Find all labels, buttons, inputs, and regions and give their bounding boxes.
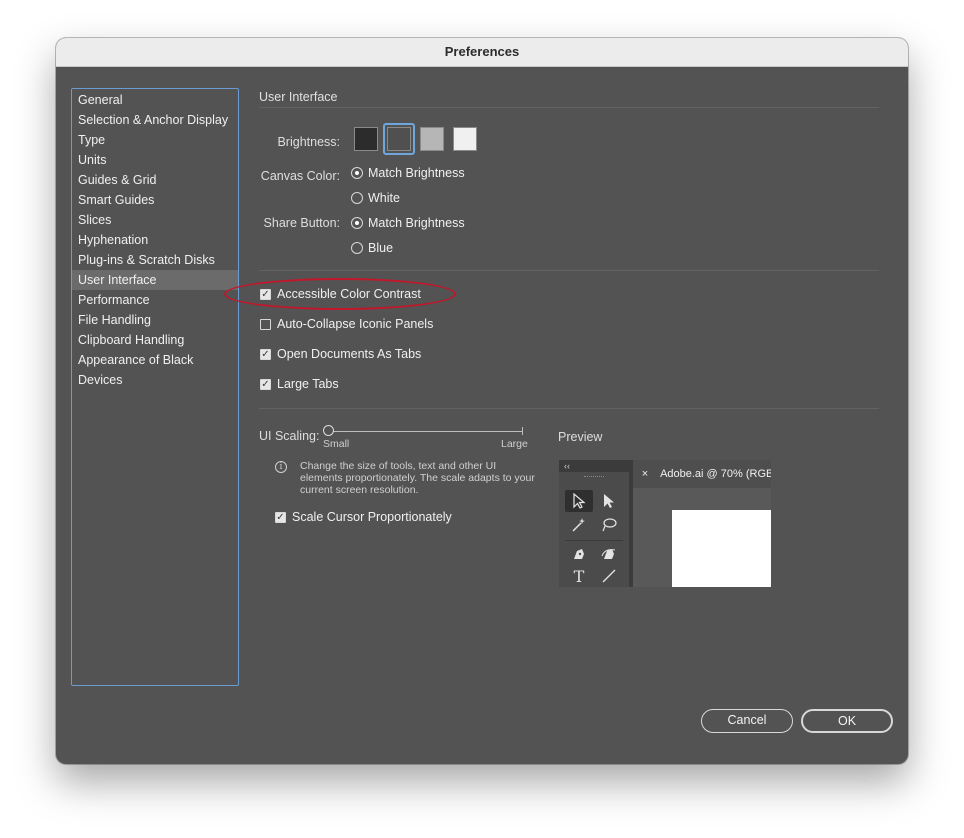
preview-artboard [672,510,771,587]
canvas-color-white-radio[interactable] [351,192,363,204]
canvas-color-white-label: White [368,191,400,205]
ui-scaling-slider-track[interactable] [329,431,523,432]
dialog-title: Preferences [56,38,908,67]
sidebar-item-selection-anchor-display[interactable]: Selection & Anchor Display [72,110,238,130]
info-icon: i [275,461,287,473]
share-button-blue-option[interactable]: Blue [351,241,393,255]
sidebar-item-clipboard-handling[interactable]: Clipboard Handling [72,330,238,350]
sidebar-item-performance[interactable]: Performance [72,290,238,310]
large-tabs-option[interactable]: ✓ Large Tabs [260,377,339,391]
sidebar-item-general[interactable]: General [72,90,238,110]
scale-cursor-option[interactable]: ✓ Scale Cursor Proportionately [275,510,452,524]
selection-tool-icon [567,491,591,511]
ok-button[interactable]: OK [801,709,893,733]
auto-collapse-iconic-panels-checkbox[interactable] [260,318,271,330]
ui-scaling-min-label: Small [323,438,350,450]
preview-canvas [633,488,771,587]
preview-toolbar-collapse: ‹‹ [559,460,629,472]
preview-grip-icon [584,476,604,479]
share-button-label: Share Button: [263,216,340,230]
cancel-button[interactable]: Cancel [701,709,793,733]
sidebar-item-slices[interactable]: Slices [72,210,238,230]
large-tabs-label: Large Tabs [277,377,339,391]
share-button-blue-radio[interactable] [351,242,363,254]
preview-tool-divider [565,540,623,541]
scale-cursor-label: Scale Cursor Proportionately [292,510,452,524]
brightness-swatch-medium-light[interactable] [420,127,444,151]
brightness-label: Brightness: [277,135,340,149]
auto-collapse-iconic-panels-label: Auto-Collapse Iconic Panels [277,317,434,331]
lasso-tool-icon [597,515,621,535]
section-title: User Interface [259,90,338,104]
open-documents-as-tabs-checkbox[interactable]: ✓ [260,348,271,360]
large-tabs-checkbox[interactable]: ✓ [260,378,271,390]
section-divider [259,107,879,108]
sidebar-item-appearance-of-black[interactable]: Appearance of Black [72,350,238,370]
sidebar-item-smart-guides[interactable]: Smart Guides [72,190,238,210]
canvas-color-match-brightness-option[interactable]: Match Brightness [351,166,465,180]
ui-scaling-slider-end-tick [522,427,523,435]
preview-label: Preview [558,430,603,444]
brightness-swatch-medium-dark[interactable] [387,127,411,151]
auto-collapse-iconic-panels-option[interactable]: Auto-Collapse Iconic Panels [260,317,433,331]
canvas-color-label: Canvas Color: [260,169,340,183]
share-button-blue-label: Blue [368,241,394,255]
share-button-match-brightness-option[interactable]: Match Brightness [351,216,465,230]
sidebar-item-hyphenation[interactable]: Hyphenation [72,230,238,250]
preferences-sidebar: General Selection & Anchor Display Type … [71,88,239,686]
sidebar-item-guides-grid[interactable]: Guides & Grid [72,170,238,190]
ui-scaling-info-text: Change the size of tools, text and other… [300,460,535,496]
sidebar-list: General Selection & Anchor Display Type … [72,89,238,390]
direct-selection-tool-icon [597,491,621,511]
preview-tab-close-icon: × [641,468,649,480]
open-documents-as-tabs-option[interactable]: ✓ Open Documents As Tabs [260,347,421,361]
type-tool-icon: T [573,566,585,586]
accessible-color-contrast-option[interactable]: ✓ Accessible Color Contrast [260,287,421,301]
appearance-divider [259,270,879,271]
preview-thumbnail: ‹‹ T × Adobe.ai @ 70% (RGB/ [559,460,771,587]
sidebar-item-type[interactable]: Type [72,130,238,150]
pen-tool-icon [567,544,591,564]
accessible-color-contrast-label: Accessible Color Contrast [277,287,421,301]
share-button-match-brightness-label: Match Brightness [368,216,465,230]
brightness-swatch-lightest[interactable] [453,127,477,151]
accessible-color-contrast-checkbox[interactable]: ✓ [260,288,271,300]
canvas-color-match-brightness-label: Match Brightness [368,166,465,180]
sidebar-item-plugins-scratch-disks[interactable]: Plug-ins & Scratch Disks [72,250,238,270]
sidebar-item-devices[interactable]: Devices [72,370,238,390]
line-tool-icon [597,566,621,586]
ui-scaling-max-label: Large [501,438,528,450]
preview-toolbar: ‹‹ T [559,460,629,587]
sidebar-item-file-handling[interactable]: File Handling [72,310,238,330]
brightness-swatch-darkest[interactable] [354,127,378,151]
curvature-tool-icon [597,544,621,564]
ui-scaling-slider-thumb[interactable] [323,425,334,436]
sidebar-item-user-interface[interactable]: User Interface [72,270,238,290]
sidebar-item-units[interactable]: Units [72,150,238,170]
preferences-dialog: Preferences General Selection & Anchor D… [56,38,908,764]
scale-cursor-checkbox[interactable]: ✓ [275,511,286,523]
preview-tab-title: Adobe.ai @ 70% (RGB/ [660,468,771,480]
open-documents-as-tabs-label: Open Documents As Tabs [277,347,422,361]
canvas-color-white-option[interactable]: White [351,191,400,205]
scaling-divider [259,408,879,409]
ui-scaling-label: UI Scaling: [259,429,320,443]
share-button-match-brightness-radio[interactable] [351,217,363,229]
canvas-color-match-brightness-radio[interactable] [351,167,363,179]
magic-wand-icon [567,515,591,535]
preview-document-tab: × Adobe.ai @ 70% (RGB/ [633,460,771,488]
